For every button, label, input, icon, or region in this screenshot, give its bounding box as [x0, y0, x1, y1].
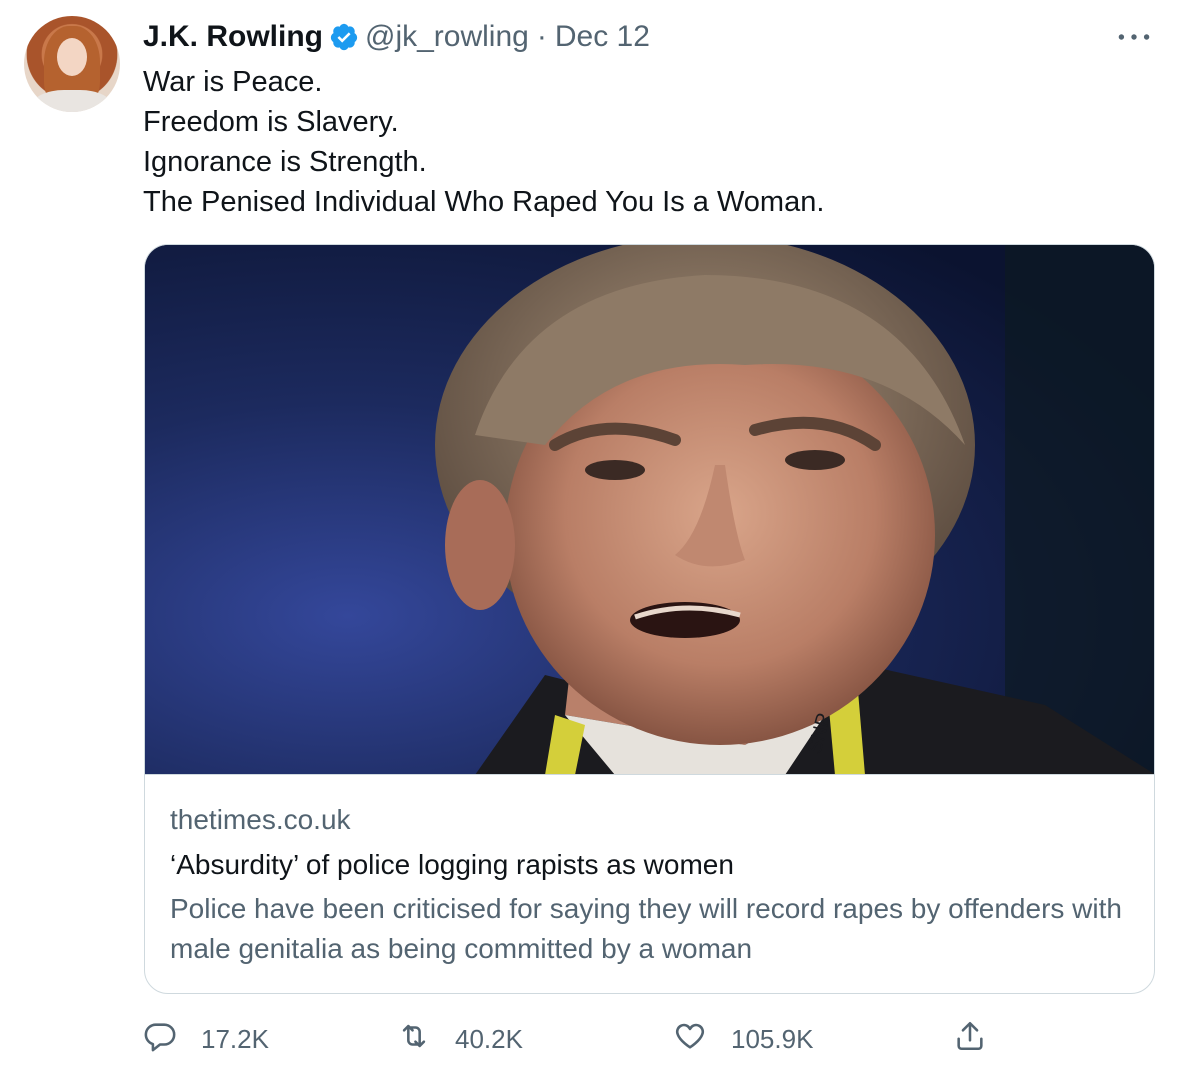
card-image[interactable]: SNP — [145, 245, 1154, 775]
like-button[interactable]: 105.9K — [673, 1016, 813, 1062]
link-card[interactable]: SNP thetimes.co.uk ‘Absurdity’ of police… — [144, 244, 1155, 994]
reply-count: 17.2K — [201, 1023, 269, 1054]
tweet-date[interactable]: Dec 12 — [555, 20, 650, 54]
author-name[interactable]: J.K. Rowling — [143, 20, 323, 54]
verified-badge-icon — [329, 22, 359, 52]
tweet: J.K. Rowling @jk_rowling · Dec 12 War is… — [0, 0, 1190, 1079]
reply-button[interactable]: 17.2K — [143, 1016, 269, 1062]
avatar[interactable] — [24, 16, 120, 112]
card-photo: SNP — [145, 245, 1154, 774]
author-handle[interactable]: @jk_rowling — [365, 20, 529, 54]
card-description: Police have been criticised for saying t… — [170, 893, 1122, 964]
tweet-line: War is Peace. — [143, 66, 323, 98]
share-button[interactable] — [953, 1016, 1011, 1062]
more-icon[interactable] — [1114, 22, 1154, 52]
retweet-count: 40.2K — [455, 1023, 523, 1054]
separator-dot: · — [536, 20, 547, 53]
tweet-text: War is Peace. Freedom is Slavery. Ignora… — [143, 62, 1143, 222]
tweet-header: J.K. Rowling @jk_rowling · Dec 12 — [143, 18, 650, 56]
retweet-button[interactable]: 40.2K — [397, 1016, 523, 1062]
tweet-actions: 17.2K 40.2K 105.9K — [143, 1016, 1043, 1062]
avatar-face — [57, 38, 87, 76]
retweet-icon — [397, 1019, 455, 1060]
card-title[interactable]: ‘Absurdity’ of police logging rapists as… — [170, 845, 1140, 885]
card-domain: thetimes.co.uk — [170, 804, 351, 835]
tweet-line: Ignorance is Strength. — [143, 146, 427, 178]
reply-icon — [143, 1019, 201, 1060]
avatar-shirt — [32, 90, 112, 112]
like-count: 105.9K — [731, 1023, 814, 1054]
card-meta: thetimes.co.uk ‘Absurdity’ of police log… — [170, 800, 1140, 969]
tweet-line: Freedom is Slavery. — [143, 106, 399, 138]
like-icon — [673, 1019, 731, 1060]
tweet-line: The Penised Individual Who Raped You Is … — [143, 186, 825, 218]
share-icon — [953, 1019, 1011, 1060]
